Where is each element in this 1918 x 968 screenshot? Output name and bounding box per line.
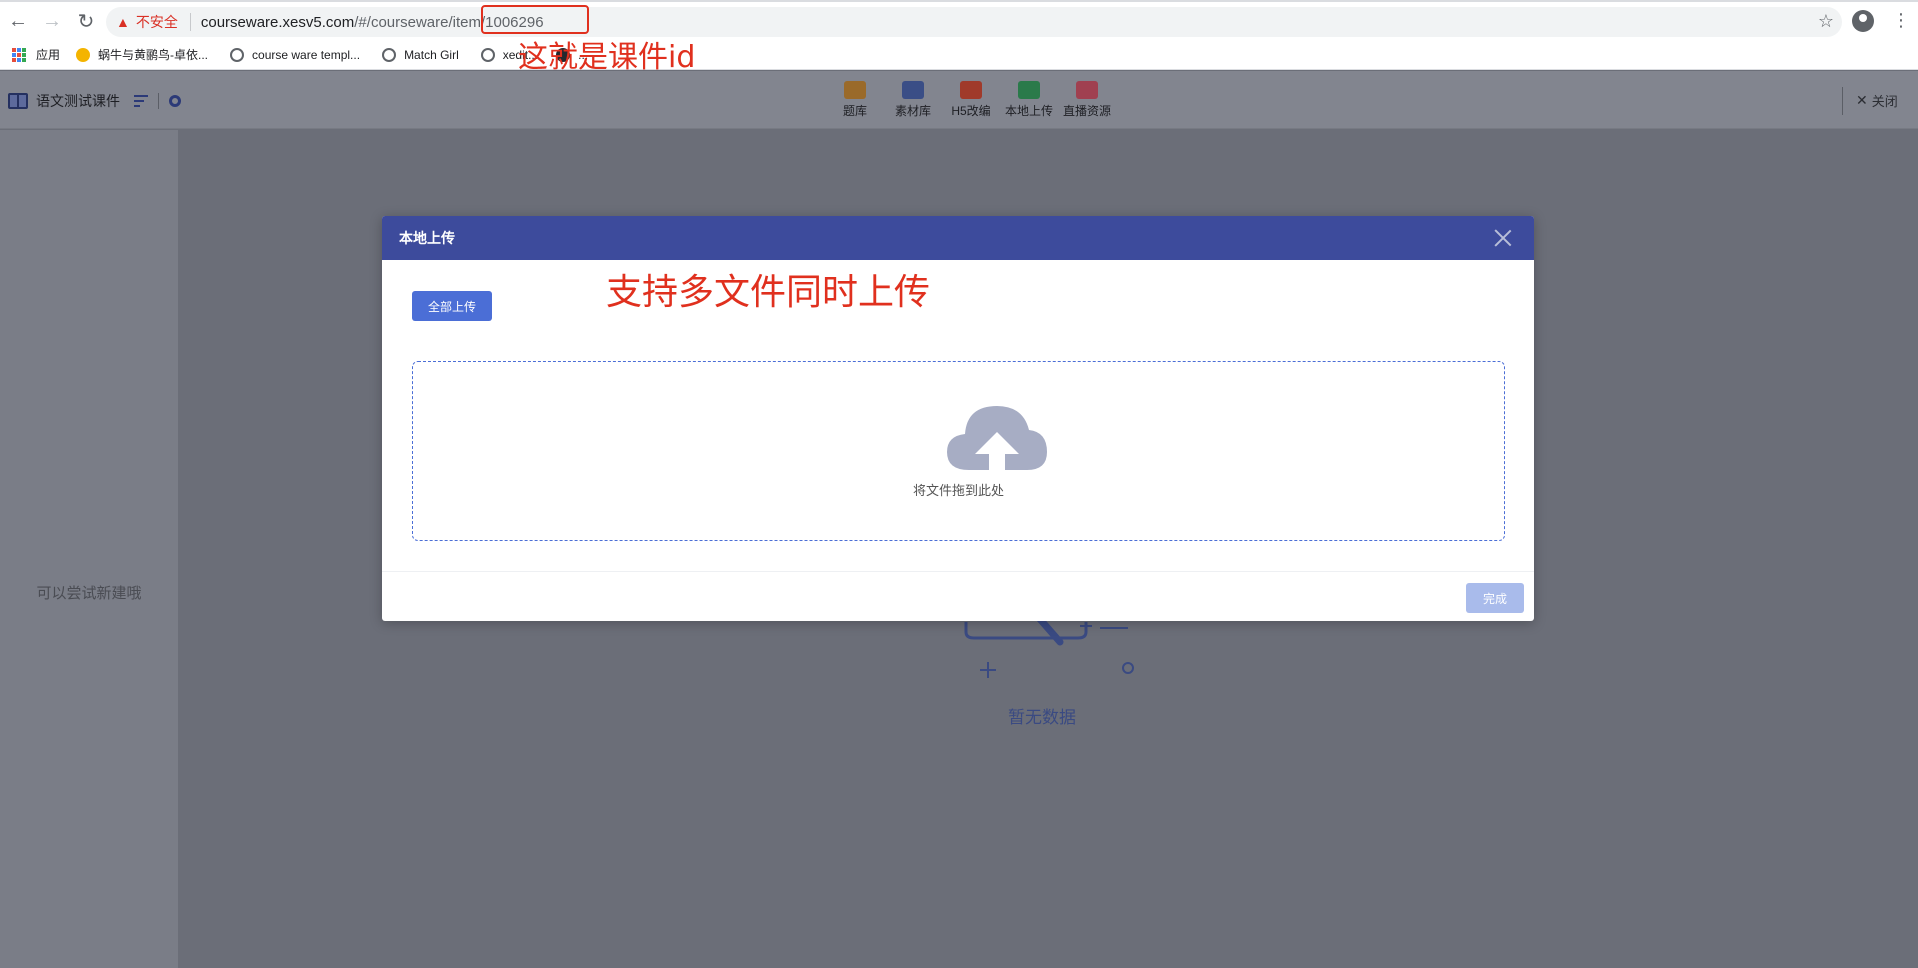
browser-toolbar: ← → ↻ ▲ 不安全 courseware.xesv5.com /#/cour…: [0, 0, 1918, 40]
dialog-footer: 完成: [382, 571, 1534, 621]
address-bar[interactable]: ▲ 不安全 courseware.xesv5.com /#/courseware…: [106, 7, 1842, 37]
bookmark-item[interactable]: 蜗牛与黄鹂鸟-卓依...: [76, 46, 208, 63]
done-button[interactable]: 完成: [1466, 583, 1524, 613]
reload-icon[interactable]: ↻: [70, 5, 102, 37]
media-library-icon: [902, 81, 924, 99]
tool-local-upload[interactable]: 本地上传: [1000, 81, 1058, 119]
tool-question-bank[interactable]: 题库: [826, 81, 884, 119]
omnibox-divider: [189, 13, 191, 31]
bookmark-apps[interactable]: 应用: [12, 46, 60, 63]
tool-media-library[interactable]: 素材库: [884, 81, 942, 119]
tool-label: 素材库: [894, 104, 931, 118]
local-upload-dialog: 本地上传 全部上传 将文件拖到此处 完成: [382, 216, 1534, 621]
dialog-close-icon[interactable]: [1494, 229, 1512, 247]
app-header: 语文测试课件 题库 素材库 H5改编 本地上传 直播资源 ✕ 关闭: [0, 71, 1918, 129]
bookmark-item[interactable]: Match Girl: [382, 47, 459, 62]
tool-label: 题库: [842, 104, 867, 118]
multi-upload-annotation: 支持多文件同时上传: [606, 272, 931, 313]
close-editor-button[interactable]: ✕ 关闭: [1842, 91, 1898, 110]
bookmark-star-icon[interactable]: ☆: [1818, 11, 1834, 32]
url-path: /#/courseware/item/: [354, 13, 486, 31]
forward-arrow-icon[interactable]: →: [36, 5, 68, 37]
tool-live-resources[interactable]: 直播资源: [1058, 81, 1116, 119]
cloud-upload-icon: [947, 406, 1047, 470]
page-list-panel: 可以尝试新建哦: [0, 130, 178, 968]
app-title-group: 语文测试课件: [8, 91, 181, 111]
book-icon: [8, 93, 28, 109]
file-drop-zone[interactable]: 将文件拖到此处: [412, 361, 1505, 541]
courseware-title: 语文测试课件: [36, 93, 120, 109]
back-arrow-icon[interactable]: ←: [2, 5, 34, 37]
globe-icon: [382, 47, 397, 62]
upload-all-button[interactable]: 全部上传: [412, 291, 492, 321]
header-divider: [158, 93, 159, 109]
browser-menu-icon[interactable]: ⋮: [1892, 10, 1910, 31]
empty-list-hint: 可以尝试新建哦: [36, 585, 142, 602]
close-label: 关闭: [1871, 94, 1898, 109]
tool-h5-adapt[interactable]: H5改编: [942, 81, 1000, 119]
settings-gear-icon[interactable]: [169, 95, 181, 107]
warning-icon: ▲: [116, 14, 130, 30]
url-host: courseware.xesv5.com: [200, 13, 355, 31]
apps-icon: [12, 47, 26, 62]
bookmark-label: Match Girl: [404, 47, 459, 62]
local-upload-icon: [1018, 81, 1040, 99]
drop-hint-text: 将文件拖到此处: [912, 483, 1004, 498]
close-icon: ✕: [1856, 92, 1868, 108]
profile-avatar-icon[interactable]: [1852, 10, 1874, 32]
bookmark-label: 蜗牛与黄鹂鸟-卓依...: [98, 48, 209, 62]
bee-icon: [76, 47, 91, 62]
html5-icon: [960, 81, 982, 99]
bookmark-item[interactable]: course ware templ...: [230, 47, 361, 62]
tool-label: 直播资源: [1062, 104, 1111, 118]
bookmark-label: 应用: [36, 48, 61, 62]
live-link-icon: [1076, 81, 1098, 99]
outline-list-icon[interactable]: [134, 95, 148, 107]
tool-label: H5改编: [951, 104, 991, 118]
empty-data-text: 暂无数据: [1008, 708, 1076, 727]
not-secure-label: 不安全: [135, 14, 178, 30]
tool-label: 本地上传: [1004, 104, 1053, 118]
question-bank-icon: [844, 81, 866, 99]
dialog-title: 本地上传: [399, 230, 455, 246]
dialog-header: 本地上传: [382, 216, 1534, 260]
bookmark-label: course ware templ...: [252, 47, 361, 62]
resource-toolbar: 题库 素材库 H5改编 本地上传 直播资源: [826, 81, 1116, 119]
globe-icon: [230, 47, 245, 62]
globe-icon: [480, 47, 495, 62]
courseware-id-annotation: 这就是课件id: [518, 40, 696, 75]
courseware-id-highlight: [481, 5, 589, 34]
bookmarks-bar: 应用 蜗牛与黄鹂鸟-卓依... course ware templ... Mat…: [0, 40, 1918, 70]
